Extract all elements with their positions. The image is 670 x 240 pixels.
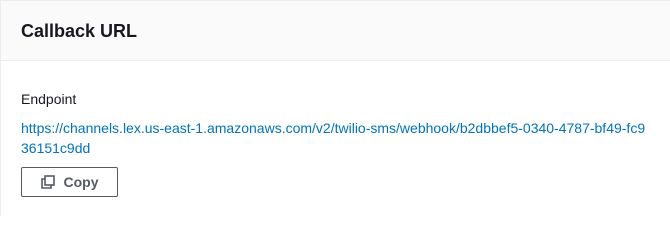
copy-button-label: Copy <box>63 174 99 190</box>
panel-title: Callback URL <box>21 21 138 41</box>
endpoint-url-link[interactable]: https://channels.lex.us-east-1.amazonaws… <box>21 118 646 158</box>
copy-button[interactable]: Copy <box>21 167 118 197</box>
copy-icon <box>40 175 55 189</box>
panel-header: Callback URL <box>1 1 670 61</box>
endpoint-label: Endpoint <box>21 91 77 107</box>
callback-url-panel: Callback URL Endpoint https://channels.l… <box>0 0 670 216</box>
panel-body: Endpoint https://channels.lex.us-east-1.… <box>1 61 670 197</box>
